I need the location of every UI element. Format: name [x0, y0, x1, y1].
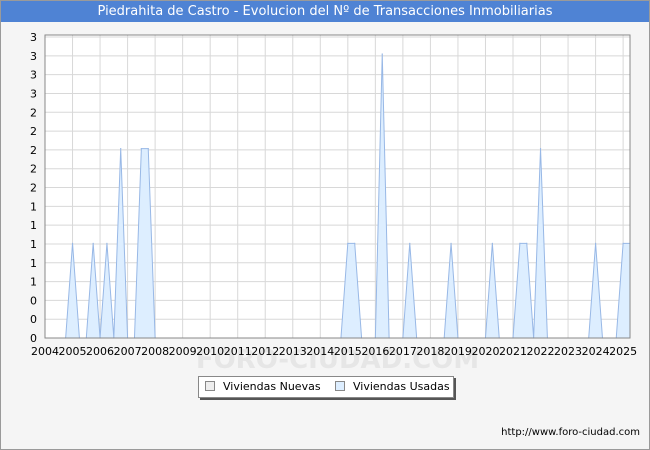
chart-legend: Viviendas Nuevas Viviendas Usadas: [198, 376, 454, 398]
x-tick-label: 2016: [361, 345, 389, 358]
y-tick-label: 2: [30, 182, 37, 195]
x-tick-label: 2025: [609, 345, 637, 358]
data-point: [539, 148, 542, 150]
footer-url: http://www.foro-ciudad.com: [501, 427, 640, 438]
x-tick-label: 2006: [86, 345, 114, 358]
legend-swatch-nuevas: [205, 381, 215, 391]
y-tick-label: 1: [30, 238, 37, 251]
data-point: [491, 242, 493, 244]
y-tick-label: 0: [30, 332, 37, 345]
data-point: [71, 242, 74, 244]
y-tick-label: 0: [30, 313, 37, 326]
x-tick-label: 2019: [444, 345, 472, 358]
y-tick-label: 3: [30, 69, 37, 82]
y-tick-label: 3: [30, 50, 37, 63]
x-tick-label: 2004: [31, 345, 59, 358]
legend-label-usadas: Viviendas Usadas: [353, 380, 450, 393]
data-point: [409, 242, 411, 244]
x-tick-label: 2009: [169, 345, 197, 358]
y-tick-label: 2: [30, 163, 37, 176]
x-tick-label: 2021: [499, 345, 527, 358]
data-point: [354, 242, 356, 244]
y-tick-label: 3: [30, 87, 37, 100]
x-tick-label: 2013: [279, 345, 307, 358]
legend-swatch-usadas: [335, 381, 345, 391]
data-point: [106, 242, 108, 244]
x-tick-label: 2005: [59, 345, 87, 358]
y-tick-label: 3: [30, 31, 37, 44]
data-point: [381, 53, 383, 55]
x-tick-label: 2022: [527, 345, 555, 358]
x-tick-label: 2018: [416, 345, 444, 358]
y-tick-label: 1: [30, 200, 37, 213]
data-point: [140, 148, 142, 150]
y-tick-label: 2: [30, 125, 37, 138]
x-tick-label: 2020: [471, 345, 499, 358]
data-point: [120, 148, 122, 150]
y-tick-label: 2: [30, 106, 37, 119]
x-tick-label: 2015: [334, 345, 362, 358]
data-point: [622, 242, 624, 244]
x-tick-label: 2011: [224, 345, 252, 358]
x-tick-label: 2014: [306, 345, 334, 358]
x-tick-label: 2008: [141, 345, 169, 358]
y-tick-label: 2: [30, 144, 37, 157]
x-tick-label: 2012: [251, 345, 279, 358]
data-point: [526, 242, 528, 244]
y-tick-label: 1: [30, 219, 37, 232]
data-point: [519, 242, 521, 244]
x-tick-label: 2007: [114, 345, 142, 358]
data-point: [147, 148, 149, 150]
x-tick-label: 2010: [196, 345, 224, 358]
data-point: [92, 242, 94, 244]
legend-item-usadas: Viviendas Usadas: [335, 380, 450, 394]
x-tick-label: 2017: [389, 345, 417, 358]
data-point: [594, 242, 597, 244]
y-tick-label: 0: [30, 294, 37, 307]
x-tick-label: 2023: [554, 345, 582, 358]
x-tick-label: 2024: [582, 345, 610, 358]
data-point: [347, 242, 349, 244]
legend-item-nuevas: Viviendas Nuevas: [205, 380, 321, 394]
y-tick-label: 1: [30, 257, 37, 270]
y-tick-label: 1: [30, 276, 37, 289]
data-point: [450, 242, 452, 244]
legend-label-nuevas: Viviendas Nuevas: [223, 380, 321, 393]
